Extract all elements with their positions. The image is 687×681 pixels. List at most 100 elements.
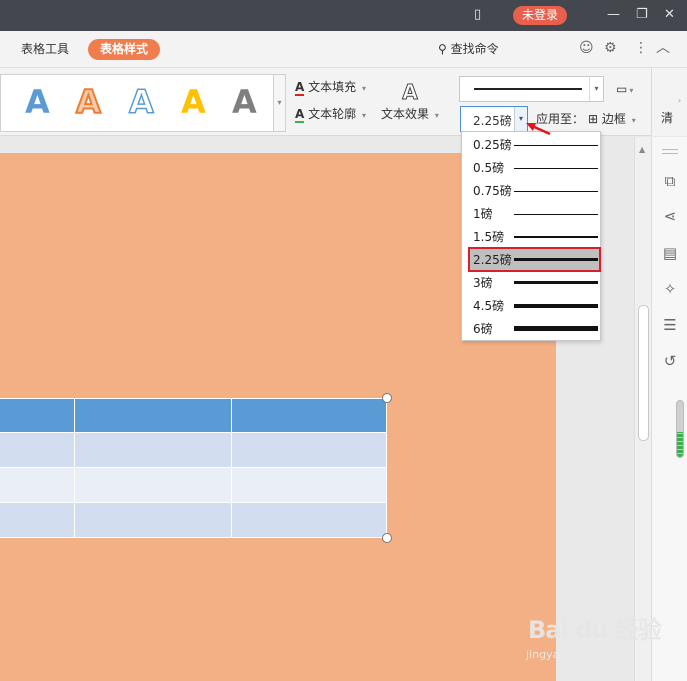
clear-label: 清 [661, 111, 674, 125]
tab-table-tools[interactable]: 表格工具 [21, 39, 69, 60]
weight-option-line [514, 168, 598, 169]
pen-icon: ▭ [616, 82, 628, 96]
art-style-3[interactable]: A [128, 82, 154, 122]
weight-option-label: 3磅 [473, 276, 493, 290]
close-icon[interactable]: ✕ [664, 7, 675, 23]
feedback-icon[interactable]: ☺ [579, 40, 594, 56]
art-style-5[interactable]: A [232, 83, 257, 121]
annotation-arrow-icon [526, 123, 551, 136]
line-weight-value: 2.25磅 [473, 114, 512, 128]
text-outline-icon: A [295, 107, 305, 123]
search-command-label: 查找命令 [450, 42, 499, 56]
chevron-down-icon: ▾ [361, 111, 366, 120]
chevron-down-icon: ▾ [434, 111, 439, 120]
title-bar: ▯ 未登录 — ❐ ✕ [0, 0, 687, 31]
chevron-down-icon[interactable]: ▾ [589, 77, 603, 101]
weight-option-line [514, 326, 598, 331]
weight-option-label: 0.25磅 [473, 138, 512, 152]
progress-indicator [676, 400, 684, 458]
weight-option[interactable]: 3磅 [462, 271, 600, 294]
table-row [0, 432, 387, 468]
resize-handle-bottom-right[interactable] [382, 533, 392, 543]
weight-option-label: 6磅 [473, 322, 493, 336]
minimize-icon[interactable]: — [607, 7, 620, 23]
restore-icon[interactable]: ❐ [636, 7, 648, 23]
line-style-preview [474, 88, 582, 90]
collapse-ribbon-icon[interactable]: ︿ [656, 40, 670, 56]
weight-option-line [514, 236, 598, 238]
text-outline-button[interactable]: A 文本轮廓 ▾ [295, 106, 366, 124]
clear-button[interactable]: 清 › [651, 68, 687, 136]
ribbon: A A A A A ▾ A 文本填充 ▾ A 文本轮廓 ▾ A 文本效果 ▾ ▾… [0, 68, 687, 136]
chevron-right-icon: › [678, 96, 682, 105]
weight-option[interactable]: 0.75磅 [462, 179, 600, 202]
weight-option[interactable]: 4.5磅 [462, 294, 600, 317]
chevron-down-icon: ▾ [629, 86, 634, 95]
device-icon[interactable]: ▯ [474, 7, 481, 23]
chevron-down-icon: ▾ [361, 84, 366, 93]
art-style-1[interactable]: A [25, 83, 50, 121]
weight-option-line [514, 191, 598, 192]
scroll-up-icon[interactable]: ▲ [639, 145, 645, 154]
weight-option-label: 0.5磅 [473, 161, 505, 175]
grid-border-icon: ⊞ [588, 112, 599, 126]
weight-option-line [514, 258, 598, 261]
text-outline-label: 文本轮廓 [308, 107, 357, 121]
table-row [0, 502, 387, 538]
border-label: 边框 [601, 112, 626, 126]
search-command-button[interactable]: ⚲ 查找命令 [438, 40, 499, 57]
style-icon[interactable]: ⧉ [660, 172, 680, 190]
weight-option[interactable]: 0.5磅 [462, 156, 600, 179]
line-weight-select[interactable]: 2.25磅 ▾ [460, 106, 528, 132]
gear-icon[interactable]: ⚙ [604, 40, 617, 56]
document-table[interactable] [0, 398, 387, 538]
magic-icon[interactable]: ✧ [660, 280, 680, 298]
resize-handle-top-right[interactable] [382, 393, 392, 403]
menu-bar: 表格工具 表格样式 ⚲ 查找命令 ☺ ⚙ ⋮ ︿ [0, 31, 687, 68]
baidu-watermark: Bai du 经验 jingyan.baidu.com [526, 616, 662, 661]
adjust-icon[interactable]: ☰ [660, 316, 680, 334]
vertical-scrollbar[interactable]: ▲ [634, 137, 651, 681]
search-icon: ⚲ [438, 42, 447, 56]
sidebar-divider [662, 153, 678, 154]
text-effect-button[interactable]: A 文本效果 ▾ [381, 80, 439, 124]
border-color-button[interactable]: ▭ ▾ [616, 81, 633, 99]
archive-icon[interactable]: ▤ [660, 244, 680, 262]
scrollbar-thumb[interactable] [638, 305, 649, 441]
weight-option-label: 1磅 [473, 207, 493, 221]
text-effect-label: 文本效果 [381, 107, 430, 121]
tab-table-style[interactable]: 表格样式 [88, 39, 161, 60]
share-icon[interactable]: ⋖ [660, 207, 680, 225]
text-effect-icon: A [402, 80, 418, 105]
history-icon[interactable]: ↺ [660, 352, 680, 370]
weight-option-label: 0.75磅 [473, 184, 512, 198]
weight-option-line [514, 145, 598, 146]
weight-option-label: 2.25磅 [473, 253, 512, 267]
login-button[interactable]: 未登录 [513, 6, 567, 25]
watermark-logo: Bai du 经验 [528, 616, 662, 644]
line-style-select[interactable]: ▾ [459, 76, 604, 102]
weight-option-line [514, 304, 598, 308]
weight-option-label: 1.5磅 [473, 230, 505, 244]
gallery-scroll-button[interactable]: ▾ [273, 75, 285, 131]
table-header-row [0, 398, 387, 433]
more-icon[interactable]: ⋮ [634, 40, 648, 56]
border-apply-button[interactable]: ⊞ 边框 ▾ [588, 111, 636, 129]
weight-option-label: 4.5磅 [473, 299, 505, 313]
line-weight-dropdown: 0.25磅 0.5磅 0.75磅 1磅 1.5磅 2.25磅 3磅 4.5磅 6… [461, 131, 601, 341]
weight-option[interactable]: 1磅 [462, 202, 600, 225]
watermark-url: jingyan.baidu.com [526, 648, 628, 661]
text-fill-label: 文本填充 [308, 80, 357, 94]
weight-option-selected[interactable]: 2.25磅 [468, 247, 601, 272]
text-fill-button[interactable]: A 文本填充 ▾ [295, 79, 366, 97]
weight-option[interactable]: 1.5磅 [462, 225, 600, 248]
sidebar-divider [662, 149, 678, 150]
table-row [0, 467, 387, 503]
art-text-gallery: A A A A A ▾ [0, 74, 286, 132]
text-fill-icon: A [295, 80, 305, 96]
weight-option-line [514, 214, 598, 215]
weight-option[interactable]: 6磅 [462, 317, 600, 340]
art-style-2[interactable]: A [75, 82, 102, 122]
weight-option-line [514, 281, 598, 284]
art-style-4[interactable]: A [181, 83, 206, 121]
